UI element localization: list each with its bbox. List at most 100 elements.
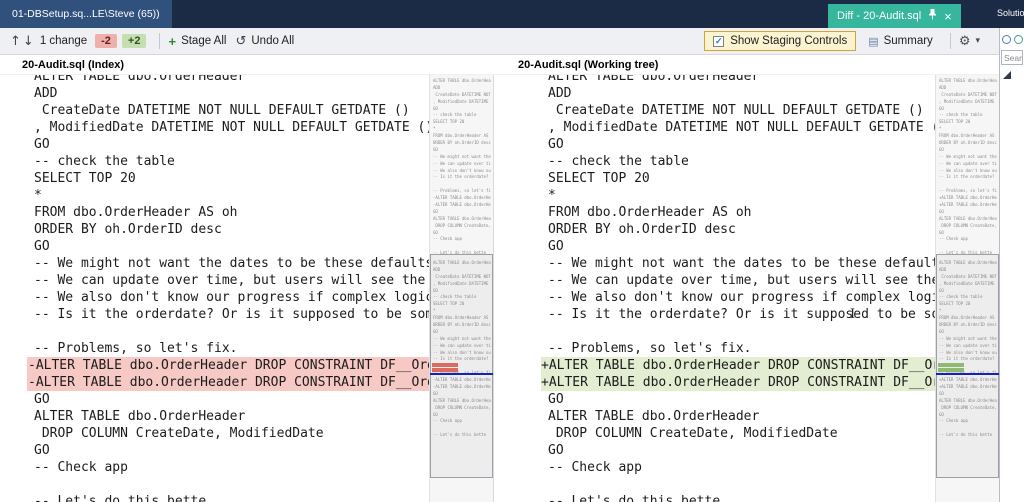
code-line[interactable] (27, 476, 429, 493)
minimap-removed-mark (432, 363, 458, 367)
code-line[interactable]: DROP COLUMN CreateDate, ModifiedDate (541, 425, 935, 442)
minimap-line: ALTER TABLE dbo.OrderHeader (433, 216, 491, 223)
previous-change-button[interactable]: ↑ (10, 34, 21, 49)
summary-button[interactable]: ▤ Summary (868, 35, 933, 48)
code-editor-working-tree[interactable]: ALTER TABLE dbo.OrderHeaderADD CreateDat… (502, 75, 935, 502)
code-line[interactable]: , ModifiedDate DATETIME NOT NULL DEFAULT… (541, 119, 935, 136)
nav-circle-icon[interactable] (1014, 35, 1023, 44)
minimap-line (433, 243, 491, 250)
code-line[interactable]: CreateDate DATETIME NOT NULL DEFAULT GET… (541, 102, 935, 119)
code-line[interactable]: ORDER BY oh.OrderID desc (27, 221, 429, 238)
code-line[interactable]: ORDER BY oh.OrderID desc (541, 221, 935, 238)
code-line[interactable]: -- Let's do this bette (541, 493, 935, 502)
chevron-down-icon: ▾ (975, 36, 980, 46)
minimap-line: GO (433, 230, 491, 237)
code-line[interactable]: -- We might not want the dates to be the… (27, 255, 429, 272)
minimap-added-mark (938, 368, 964, 372)
code-line[interactable]: -- We can update over time, but users wi… (541, 272, 935, 289)
minimap-line: -- We can update over time, but users wi… (433, 161, 491, 168)
code-line[interactable]: ALTER TABLE dbo.OrderHeader (27, 75, 429, 85)
code-line[interactable]: GO (27, 136, 429, 153)
pin-icon[interactable] (928, 9, 937, 23)
code-line[interactable]: , ModifiedDate DATETIME NOT NULL DEFAULT… (27, 119, 429, 136)
next-change-button[interactable]: ↓ (23, 34, 34, 49)
code-line[interactable]: FROM dbo.OrderHeader AS oh (27, 204, 429, 221)
minimap-line: ADD (939, 85, 997, 92)
search-input[interactable]: Search (1001, 50, 1023, 65)
code-line[interactable]: GO (27, 238, 429, 255)
minimap-line: -ALTER TABLE dbo.OrderHeader DROP CONSTR… (433, 202, 491, 209)
code-line[interactable]: GO (541, 442, 935, 459)
stage-all-button[interactable]: + Stage All (168, 34, 226, 49)
code-line[interactable]: SELECT TOP 20 (27, 170, 429, 187)
code-line[interactable]: -- Let's do this bette (27, 493, 429, 502)
code-line[interactable]: GO (27, 391, 429, 408)
window-title-tab[interactable]: 01-DBSetup.sq...LE\Steve (65)) (0, 0, 172, 28)
pane-divider[interactable] (494, 75, 502, 502)
left-pane-title: 20-Audit.sql (Index) (0, 55, 494, 74)
checkbox-checked-icon: ✓ (713, 36, 724, 47)
code-line[interactable]: +ALTER TABLE dbo.OrderHeader DROP CONSTR… (541, 374, 935, 391)
code-line[interactable]: -- We also don't know our progress if co… (27, 289, 429, 306)
added-lines-badge: +2 (122, 34, 147, 48)
code-editor-index[interactable]: ALTER TABLE dbo.OrderHeaderADD CreateDat… (0, 75, 429, 502)
code-line[interactable] (27, 323, 429, 340)
minimap-line: CreateDate DATETIME NOT NULL DEFAULT GET… (939, 92, 997, 99)
code-line[interactable] (541, 476, 935, 493)
code-line[interactable]: DROP COLUMN CreateDate, ModifiedDate (27, 425, 429, 442)
code-line[interactable]: -- check the table (541, 153, 935, 170)
code-line[interactable] (541, 323, 935, 340)
undo-all-button[interactable]: ↺ Undo All (235, 34, 294, 49)
code-line[interactable]: -- Is it the orderdate? Or is it suppose… (27, 306, 429, 323)
solution-explorer-title: Solutio (997, 8, 1024, 18)
code-line[interactable]: ALTER TABLE dbo.OrderHeader (541, 75, 935, 85)
code-line[interactable]: +ALTER TABLE dbo.OrderHeader DROP CONSTR… (541, 357, 935, 374)
code-line[interactable]: -- Problems, so let's fix. (27, 340, 429, 357)
minimap-line: -- We can update over time, but users wi… (939, 161, 997, 168)
close-icon[interactable]: × (944, 10, 952, 23)
gear-icon: ⚙ (959, 34, 971, 49)
code-line[interactable]: ALTER TABLE dbo.OrderHeader (541, 408, 935, 425)
code-line[interactable]: GO (27, 442, 429, 459)
tab-diff-20-audit[interactable]: Diff - 20-Audit.sql × (828, 4, 961, 28)
minimap-line: +ALTER TABLE dbo.OrderHeader DROP CONSTR… (939, 202, 997, 209)
code-line[interactable]: * (27, 187, 429, 204)
minimap-scrollbar[interactable]: ALTER TABLE dbo.OrderHeaderADD CreateDat… (429, 75, 493, 502)
separator (950, 33, 951, 49)
minimap-line: -- Problems, so let's fix. (939, 188, 997, 195)
code-line[interactable]: CreateDate DATETIME NOT NULL DEFAULT GET… (27, 102, 429, 119)
minimap-line: GO (939, 147, 997, 154)
code-line[interactable]: -ALTER TABLE dbo.OrderHeader DROP CONSTR… (27, 357, 429, 374)
code-line[interactable]: -- Check app (541, 459, 935, 476)
code-line[interactable]: -- Problems, so let's fix. (541, 340, 935, 357)
settings-gear-button[interactable]: ⚙ ▾ (959, 34, 980, 49)
code-line[interactable]: -- Check app (27, 459, 429, 476)
minimap-current-position-line (430, 373, 493, 375)
code-line[interactable]: FROM dbo.OrderHeader AS oh (541, 204, 935, 221)
show-staging-controls-toggle[interactable]: ✓ Show Staging Controls (704, 31, 856, 51)
tree-expander-icon[interactable] (1003, 71, 1011, 79)
minimap-line: -- We might not want the dates to be the… (433, 154, 491, 161)
code-line[interactable]: GO (541, 136, 935, 153)
code-line[interactable]: SELECT TOP 20 (541, 170, 935, 187)
minimap-scrollbar[interactable]: ALTER TABLE dbo.OrderHeaderADD CreateDat… (935, 75, 999, 502)
minimap-line: -- check the table (939, 112, 997, 119)
code-line[interactable]: -- check the table (27, 153, 429, 170)
code-line[interactable]: * (541, 187, 935, 204)
minimap-line: -- check the table (433, 112, 491, 119)
nav-circle-icon[interactable] (1002, 35, 1011, 44)
code-line[interactable]: -ALTER TABLE dbo.OrderHeader DROP CONSTR… (27, 374, 429, 391)
code-line[interactable]: -- We also don't know our progress if co… (541, 289, 935, 306)
minimap-line: -- Check app (939, 236, 997, 243)
code-line[interactable]: GO (541, 238, 935, 255)
code-line[interactable]: ADD (27, 85, 429, 102)
minimap-line: , ModifiedDate DATETIME NOT NULL DEFAULT… (433, 99, 491, 106)
code-line[interactable]: -- We might not want the dates to be the… (541, 255, 935, 272)
minimap-line: ALTER TABLE dbo.OrderHeader (433, 78, 491, 85)
code-line[interactable]: ADD (541, 85, 935, 102)
code-line[interactable]: GO (541, 391, 935, 408)
separator (159, 33, 160, 49)
code-line[interactable]: -- Is it the orderdate? Or is it suppose… (541, 306, 935, 323)
code-line[interactable]: ALTER TABLE dbo.OrderHeader (27, 408, 429, 425)
code-line[interactable]: -- We can update over time, but users wi… (27, 272, 429, 289)
